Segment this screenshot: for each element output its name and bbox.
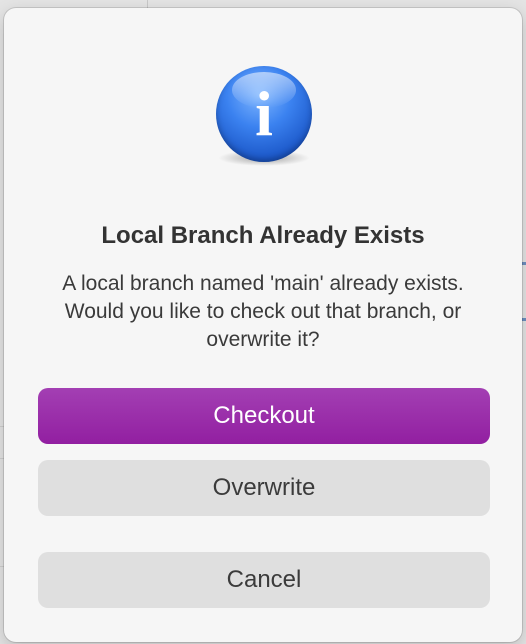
- alert-dialog: i Local Branch Already Exists A local br…: [4, 8, 522, 642]
- overwrite-button[interactable]: Overwrite: [38, 460, 490, 516]
- dialog-title: Local Branch Already Exists: [101, 222, 425, 249]
- dialog-message: A local branch named 'main' already exis…: [62, 272, 464, 351]
- cancel-button[interactable]: Cancel: [38, 552, 490, 608]
- checkout-button[interactable]: Checkout: [38, 388, 490, 444]
- info-icon: i: [212, 66, 316, 174]
- info-icon-glyph: i: [255, 78, 273, 149]
- info-icon-circle: i: [216, 66, 312, 162]
